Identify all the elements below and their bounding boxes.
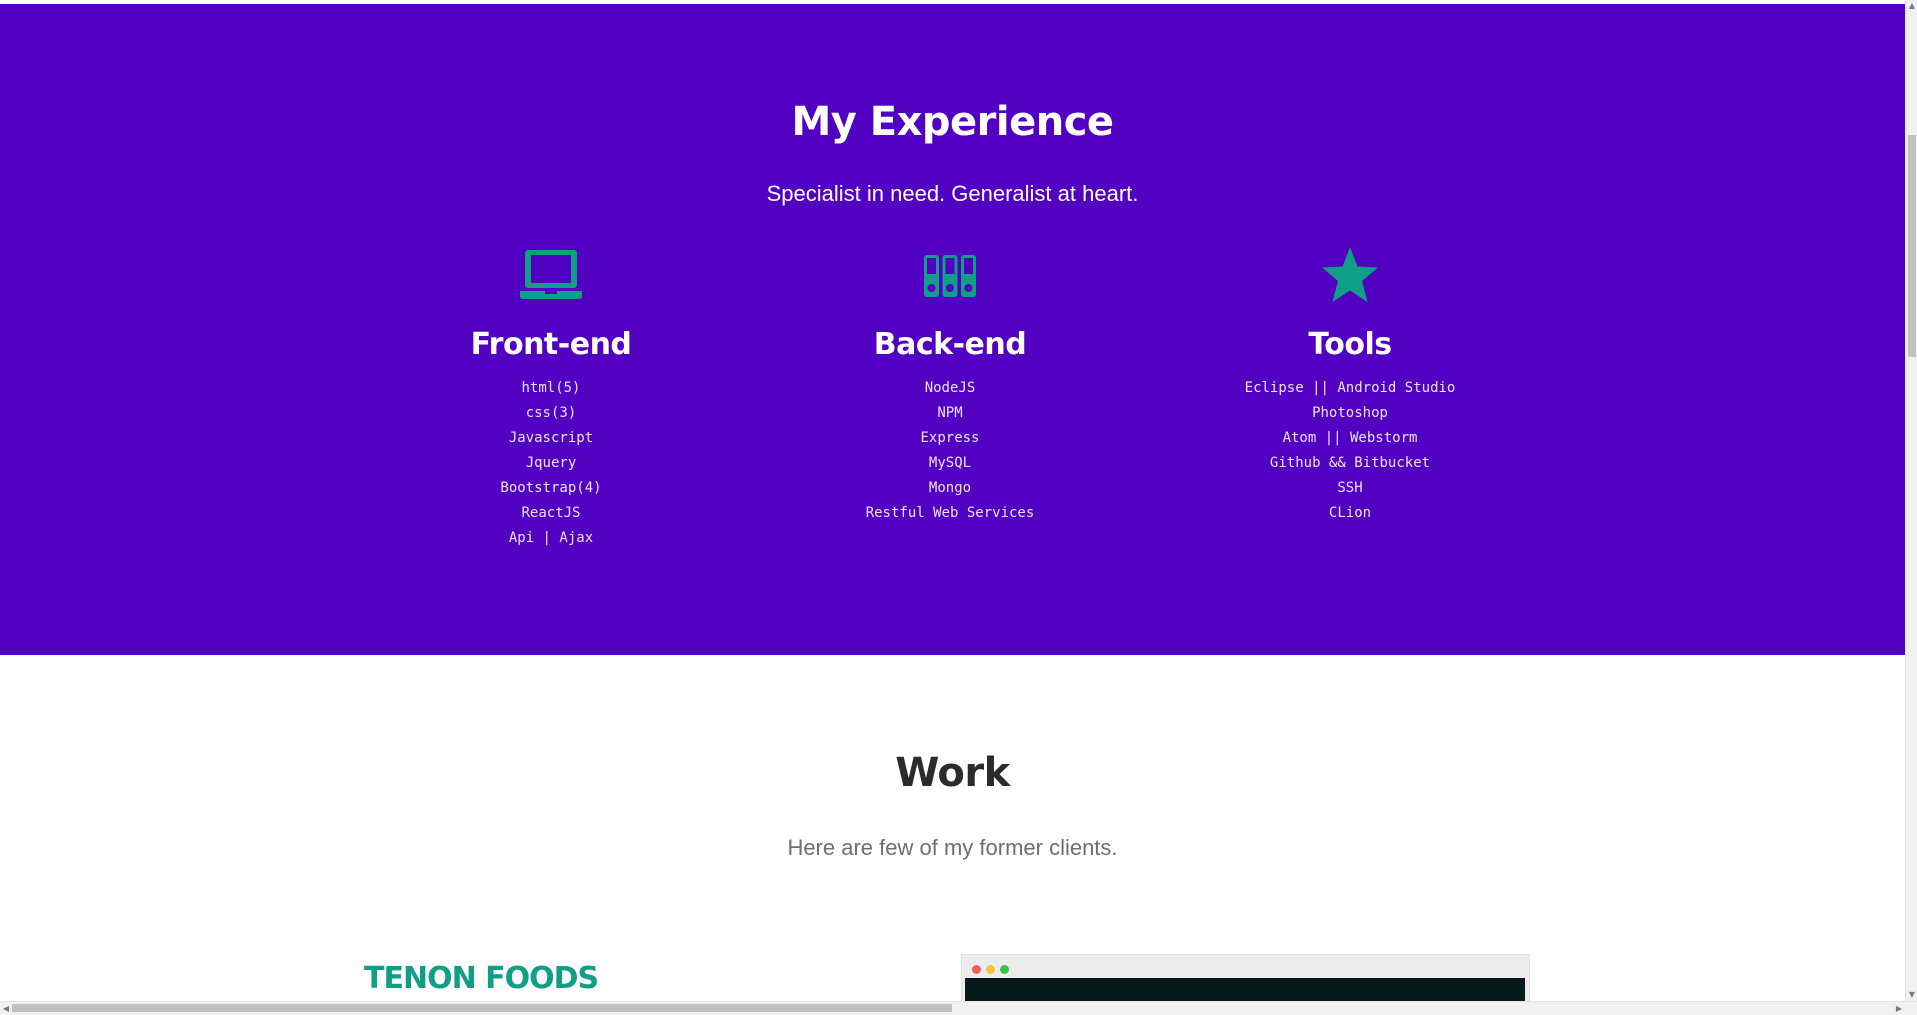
frontend-item: css(3) — [525, 405, 577, 421]
tools-title: Tools — [1308, 327, 1392, 362]
work-subtitle: Here are few of my former clients. — [787, 835, 1118, 860]
tools-item: Atom || Webstorm — [1282, 430, 1418, 446]
vertical-scrollbar[interactable]: ▲ ▼ — [1905, 0, 1917, 1001]
tools-item: Eclipse || Android Studio — [1244, 380, 1456, 396]
frontend-item: ReactJS — [521, 505, 581, 521]
backend-item: Express — [920, 430, 980, 446]
scroll-down-arrow-icon[interactable]: ▼ — [1906, 989, 1917, 1001]
backend-item: Restful Web Services — [865, 505, 1035, 521]
star-icon — [1322, 247, 1378, 302]
browser-screen — [965, 978, 1525, 1001]
tools-item: Photoshop — [1312, 405, 1388, 421]
client-name[interactable]: TENON FOODS — [364, 961, 599, 997]
horizontal-scroll-thumb[interactable] — [12, 1004, 952, 1012]
page-viewport: My Experience Specialist in need. Genera… — [0, 0, 1905, 1001]
scroll-left-arrow-icon[interactable]: ◀ — [0, 1002, 12, 1015]
backend-item: NPM — [937, 405, 963, 421]
frontend-title: Front-end — [470, 327, 632, 362]
frontend-column: Front-end html(5) css(3) Javascript Jque… — [371, 244, 731, 551]
backend-item: Mongo — [928, 480, 972, 496]
tools-item: CLion — [1328, 505, 1372, 521]
experience-title: My Experience — [791, 99, 1114, 145]
experience-subtitle: Specialist in need. Generalist at heart. — [766, 181, 1139, 206]
laptop-icon — [520, 250, 582, 299]
backend-column: Back-end NodeJS NPM Express MySQL Mongo … — [770, 244, 1130, 526]
backend-list: NodeJS NPM Express MySQL Mongo Restful W… — [770, 376, 1130, 526]
horizontal-scrollbar[interactable]: ◀ ▶ — [0, 1001, 1917, 1015]
frontend-item: Api | Ajax — [508, 530, 594, 546]
tools-item: SSH — [1337, 480, 1363, 496]
frontend-item: Javascript — [508, 430, 594, 446]
backend-item: MySQL — [928, 455, 972, 471]
server-icon — [924, 255, 976, 297]
browser-close-dot — [972, 965, 981, 974]
client-screenshot[interactable] — [961, 954, 1530, 1001]
vertical-scroll-thumb[interactable] — [1908, 135, 1916, 357]
experience-section: My Experience Specialist in need. Genera… — [0, 4, 1905, 655]
tools-list: Eclipse || Android Studio Photoshop Atom… — [1170, 376, 1530, 526]
scroll-up-arrow-icon[interactable]: ▲ — [1906, 0, 1917, 12]
backend-item: NodeJS — [924, 380, 976, 396]
frontend-item: Jquery — [525, 455, 577, 471]
work-title: Work — [895, 750, 1010, 796]
tools-item: Github && Bitbucket — [1269, 455, 1431, 471]
frontend-list: html(5) css(3) Javascript Jquery Bootstr… — [371, 376, 731, 551]
backend-title: Back-end — [873, 327, 1027, 362]
browser-maximize-dot — [1000, 965, 1009, 974]
tools-column: Tools Eclipse || Android Studio Photosho… — [1170, 244, 1530, 526]
frontend-item: html(5) — [521, 380, 581, 396]
frontend-item: Bootstrap(4) — [500, 480, 602, 496]
browser-minimize-dot — [986, 965, 995, 974]
scroll-right-arrow-icon[interactable]: ▶ — [1893, 1002, 1905, 1015]
